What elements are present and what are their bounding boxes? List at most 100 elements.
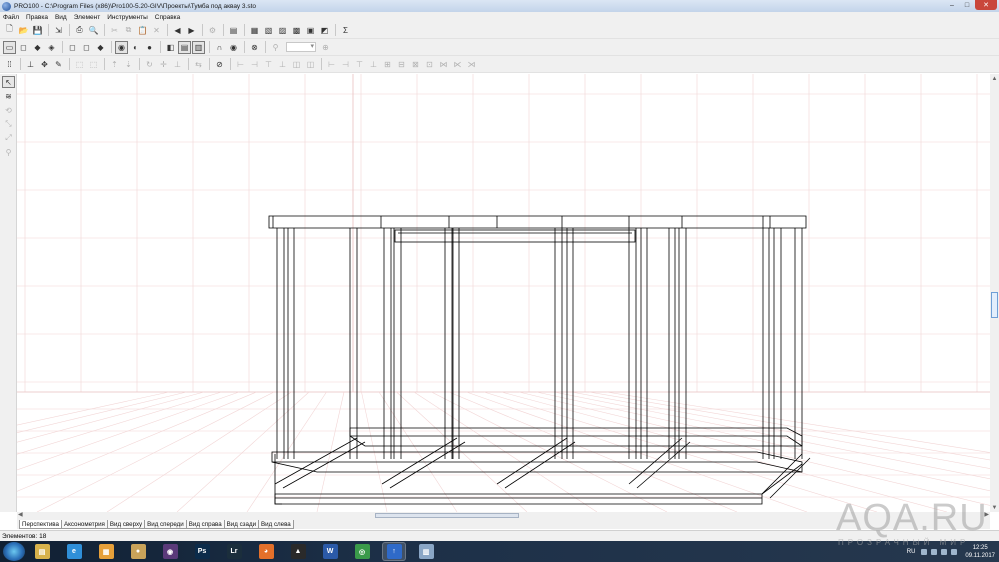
tray-volume-icon[interactable] <box>941 548 948 555</box>
view-tab-0[interactable]: Перспектива <box>19 520 62 529</box>
scroll-right-icon[interactable]: ▶ <box>984 511 989 518</box>
mirror-icon[interactable]: ⇆ <box>192 58 205 71</box>
arrange-icon[interactable]: ⊥ <box>24 58 37 71</box>
dist-6-icon[interactable]: ⊟ <box>395 58 408 71</box>
start-button[interactable] <box>3 542 25 561</box>
firefox-taskbar-icon[interactable]: ◕ <box>254 542 278 561</box>
horizontal-scroll-thumb[interactable] <box>375 513 519 518</box>
resize-tool-icon[interactable]: ⤡ <box>2 118 15 130</box>
dist-4-icon[interactable]: ⊥ <box>367 58 380 71</box>
paste-icon[interactable]: 📋 <box>136 24 149 37</box>
align-3-icon[interactable]: ⊤ <box>262 58 275 71</box>
rotate-tool-icon[interactable]: ⟲ <box>2 104 15 116</box>
minimize-button[interactable]: – <box>945 0 959 10</box>
delete-icon[interactable]: ✕ <box>150 24 163 37</box>
magnet-icon[interactable]: ∩ <box>213 41 226 54</box>
dist-7-icon[interactable]: ⊠ <box>409 58 422 71</box>
pro100-app-icon[interactable] <box>2 1 11 11</box>
zoom-plus-icon[interactable]: ⊕ <box>319 41 332 54</box>
scroll-left-icon[interactable]: ◀ <box>18 511 23 518</box>
maximize-button[interactable]: □ <box>960 0 974 10</box>
dist-11-icon[interactable]: ⋊ <box>465 58 478 71</box>
view-tab-3[interactable]: Вид спереди <box>144 520 187 529</box>
dist-1-icon[interactable]: ⊢ <box>325 58 338 71</box>
view-icon-4[interactable]: ◈ <box>45 41 58 54</box>
spring-tool-icon[interactable]: ≋ <box>2 90 15 102</box>
stop-icon[interactable]: ⊗ <box>248 41 261 54</box>
menu-help[interactable]: Справка <box>155 14 181 21</box>
zoom-icon[interactable]: ⚲ <box>269 41 282 54</box>
report-cut-icon[interactable]: ▨ <box>276 24 289 37</box>
menu-view[interactable]: Вид <box>55 14 67 21</box>
view-tab-4[interactable]: Вид справа <box>185 520 225 529</box>
menu-element[interactable]: Элемент <box>74 14 101 21</box>
lightroom-taskbar-icon[interactable]: Lr <box>222 542 246 561</box>
ungroup-icon[interactable]: ⬚ <box>87 58 100 71</box>
menu-file[interactable]: Файл <box>3 14 19 21</box>
report-settings-icon[interactable]: ◩ <box>318 24 331 37</box>
copy-icon[interactable]: ⧉ <box>122 24 135 37</box>
pro100-taskbar-icon[interactable]: ↑ <box>382 542 406 561</box>
light-icon[interactable]: ◐ <box>129 41 142 54</box>
cut-icon[interactable]: ✂ <box>108 24 121 37</box>
move-cross-icon[interactable]: ✛ <box>157 58 170 71</box>
align-1-icon[interactable]: ⊢ <box>234 58 247 71</box>
menu-edit[interactable]: Правка <box>26 14 48 21</box>
close-button[interactable]: ✕ <box>975 0 997 10</box>
view-tab-6[interactable]: Вид слева <box>258 520 294 529</box>
chrome-taskbar-icon[interactable]: ◎ <box>350 542 374 561</box>
print-preview-icon[interactable]: 🔍 <box>87 24 100 37</box>
dist-9-icon[interactable]: ⋈ <box>437 58 450 71</box>
notes-taskbar-icon[interactable]: ▥ <box>414 542 438 561</box>
open-icon[interactable]: 📂 <box>17 24 30 37</box>
camera-icon[interactable]: ◉ <box>115 40 128 54</box>
dist-3-icon[interactable]: ⊤ <box>353 58 366 71</box>
wireframe-icon[interactable]: ▤ <box>178 40 191 54</box>
cookie-taskbar-icon[interactable]: ● <box>126 542 150 561</box>
project-properties-icon[interactable]: ▤ <box>227 24 240 37</box>
horizontal-scrollbar[interactable]: ◀ ▶ <box>17 512 990 519</box>
snap-icon[interactable]: ◉ <box>227 41 240 54</box>
paint-taskbar-icon[interactable]: ▦ <box>94 542 118 561</box>
save-icon[interactable]: 💾 <box>31 24 44 37</box>
perspective-scene[interactable] <box>17 74 990 512</box>
properties-icon[interactable]: ⚙ <box>206 24 219 37</box>
level-icon[interactable]: ⊥ <box>171 58 184 71</box>
tray-flag-icon[interactable] <box>951 548 958 555</box>
tray-network-icon[interactable] <box>931 548 938 555</box>
report-print-icon[interactable]: ▩ <box>290 24 303 37</box>
davinci-taskbar-icon[interactable]: ◉ <box>158 542 182 561</box>
redo-icon[interactable]: ▶ <box>185 24 198 37</box>
up-icon[interactable]: ⇡ <box>108 58 121 71</box>
align-4-icon[interactable]: ⊥ <box>276 58 289 71</box>
word-taskbar-icon[interactable]: W <box>318 542 342 561</box>
view-icon-6[interactable]: ◻ <box>80 41 93 54</box>
explorer-taskbar-icon[interactable]: ▤ <box>30 542 54 561</box>
align-6-icon[interactable]: ◫ <box>304 58 317 71</box>
group-icon[interactable]: ⬚ <box>73 58 86 71</box>
materials-icon[interactable]: ◧ <box>164 41 177 54</box>
undo-icon[interactable]: ◀ <box>171 24 184 37</box>
clock[interactable]: 12:25 09.11.2017 <box>965 544 995 560</box>
solid-icon[interactable]: ▥ <box>192 40 205 54</box>
bulb-icon[interactable]: ● <box>143 41 156 54</box>
dist-5-icon[interactable]: ⊞ <box>381 58 394 71</box>
dist-2-icon[interactable]: ⊣ <box>339 58 352 71</box>
3d-viewport[interactable] <box>17 74 990 512</box>
stretch-tool-icon[interactable]: ⤢ <box>2 132 15 144</box>
view-icon-3[interactable]: ◆ <box>31 41 44 54</box>
sum-icon[interactable]: Σ <box>339 24 352 37</box>
tray-arrow-icon[interactable] <box>921 548 928 555</box>
ie-taskbar-icon[interactable]: e <box>62 542 86 561</box>
dist-10-icon[interactable]: ⋉ <box>451 58 464 71</box>
print-icon[interactable]: ⎙ <box>73 24 86 37</box>
select-tool-icon[interactable]: ↖ <box>2 76 15 88</box>
scroll-down-icon[interactable]: ▼ <box>990 503 999 512</box>
export-icon[interactable]: ⇲ <box>52 24 65 37</box>
scroll-up-icon[interactable]: ▲ <box>990 74 999 83</box>
new-file-icon[interactable]: 🗋 <box>3 24 16 37</box>
vertical-scroll-thumb[interactable] <box>991 292 998 318</box>
view-icon-2[interactable]: ◻ <box>17 41 30 54</box>
report-icon[interactable]: ▦ <box>248 24 261 37</box>
lock-icon[interactable]: ⊘ <box>213 58 226 71</box>
